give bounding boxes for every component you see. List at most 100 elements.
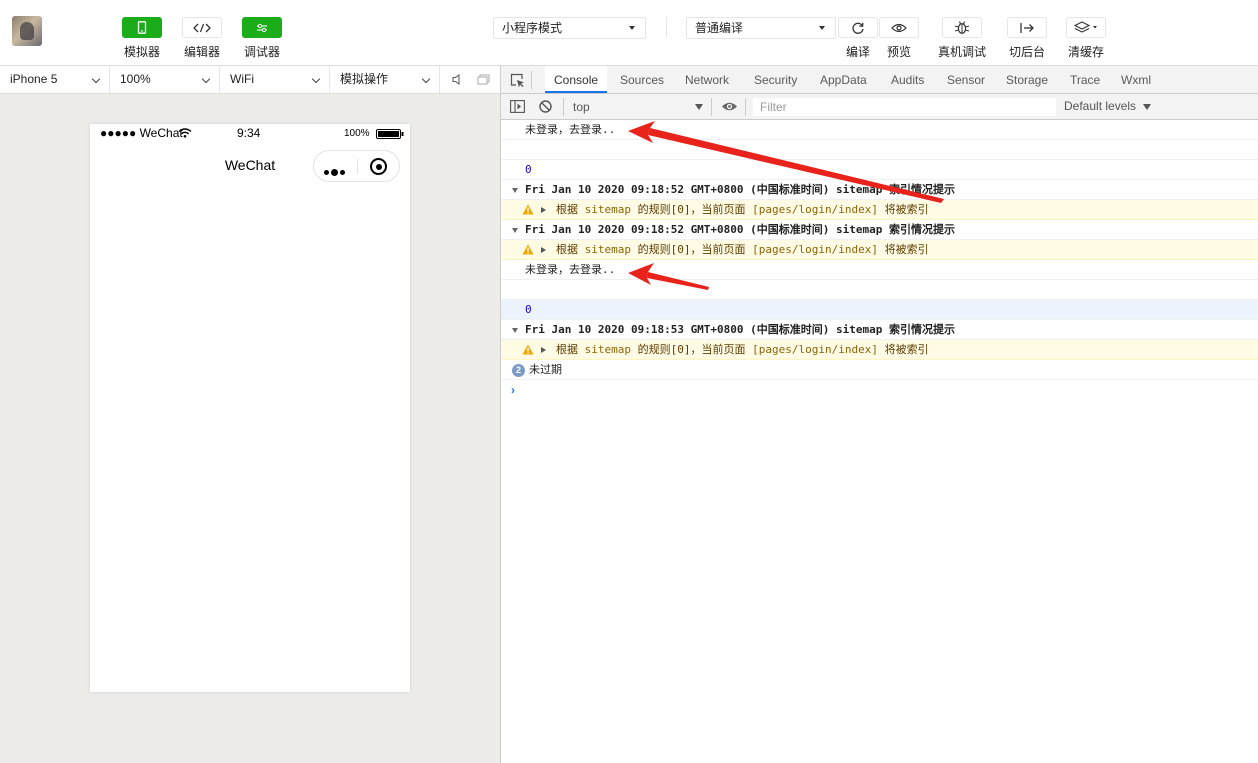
console-log-list: 未登录，去登录.. 0 Fri Jan 10 2020 09:18:52 GMT… <box>501 120 1258 400</box>
filter-input[interactable]: Filter <box>753 98 1056 116</box>
compile-button[interactable] <box>838 17 878 38</box>
log-entry-empty <box>501 280 1258 300</box>
tab-sources[interactable]: Sources <box>620 66 664 93</box>
chevron-down-icon <box>311 74 321 84</box>
eye-icon[interactable] <box>721 101 738 112</box>
compile-label: 编译 <box>845 45 870 59</box>
operation-select[interactable]: 模拟操作 <box>330 66 440 93</box>
expand-triangle-icon[interactable] <box>512 188 518 193</box>
chevron-down-icon <box>421 74 431 84</box>
element-picker-icon[interactable] <box>510 73 525 88</box>
expand-triangle-icon[interactable] <box>541 347 546 353</box>
warning-text: 根据 sitemap 的规则[0]，当前页面 [pages/login/inde… <box>556 243 929 256</box>
tab-audits[interactable]: Audits <box>891 66 924 93</box>
battery-percent: 100% <box>344 128 370 139</box>
chevron-down-icon <box>201 74 211 84</box>
device-select-value: iPhone 5 <box>10 72 58 86</box>
tab-storage[interactable]: Storage <box>1006 66 1048 93</box>
tab-security[interactable]: Security <box>754 66 797 93</box>
caret-down-icon <box>1143 104 1152 110</box>
log-text: 未登录，去登录.. <box>525 123 616 136</box>
clear-cache-label: 清缓存 <box>1067 45 1104 59</box>
preview-button[interactable] <box>879 17 919 38</box>
devtools-panel: Console Sources Network Security AppData… <box>500 66 1258 763</box>
caret-down-icon <box>629 26 635 30</box>
expand-triangle-icon[interactable] <box>541 247 546 253</box>
sliders-icon <box>257 23 267 32</box>
tab-sensor[interactable]: Sensor <box>947 66 985 93</box>
phone-icon <box>137 21 147 34</box>
speaker-icon[interactable] <box>452 74 462 85</box>
toolbar-divider <box>666 17 667 37</box>
expand-triangle-icon[interactable] <box>512 328 518 333</box>
switch-background-button[interactable] <box>1007 17 1047 38</box>
log-entry[interactable]: 0 <box>501 300 1258 320</box>
tab-console[interactable]: Console <box>545 66 608 93</box>
tab-trace[interactable]: Trace <box>1070 66 1100 93</box>
network-select[interactable]: WiFi <box>220 66 330 93</box>
sidebar-toggle-icon[interactable] <box>510 100 525 113</box>
signal-text: ●●●●● WeChat <box>100 126 183 140</box>
clear-cache-button[interactable] <box>1066 17 1106 38</box>
caret-down-icon <box>819 26 825 30</box>
toolbar-divider <box>745 98 746 116</box>
clock-time: 9:34 <box>237 126 261 140</box>
capsule-divider <box>357 159 358 174</box>
warning-icon <box>522 344 534 355</box>
repeat-count-badge: 2 <box>512 364 525 377</box>
simulator-area: ●●●●● WeChat 9:34 100% WeChat <box>0 94 500 763</box>
window-icon[interactable] <box>477 74 490 85</box>
log-entry[interactable]: 未登录，去登录.. <box>501 260 1258 280</box>
context-select[interactable]: top <box>565 97 707 117</box>
user-avatar[interactable] <box>12 16 42 46</box>
editor-button[interactable] <box>182 17 222 38</box>
zoom-select[interactable]: 100% <box>110 66 220 93</box>
phone-screen[interactable]: ●●●●● WeChat 9:34 100% WeChat <box>90 124 410 692</box>
warning-text: 根据 sitemap 的规则[0]，当前页面 [pages/login/inde… <box>556 203 929 216</box>
log-group-text: Fri Jan 10 2020 09:18:52 GMT+0800 (中国标准时… <box>525 223 956 236</box>
mode-select-value: 小程序模式 <box>502 21 563 35</box>
log-entry[interactable]: 0 <box>501 160 1258 180</box>
log-group-header[interactable]: Fri Jan 10 2020 09:18:52 GMT+0800 (中国标准时… <box>501 220 1258 240</box>
tab-network[interactable]: Network <box>685 66 729 93</box>
tab-appdata[interactable]: AppData <box>820 66 867 93</box>
log-levels-value: Default levels <box>1064 99 1137 113</box>
console-prompt-row[interactable]: › <box>501 380 1258 400</box>
log-levels-select[interactable]: Default levels <box>1064 99 1152 113</box>
log-group-header[interactable]: Fri Jan 10 2020 09:18:52 GMT+0800 (中国标准时… <box>501 180 1258 200</box>
remote-debug-button[interactable] <box>942 17 982 38</box>
log-warning[interactable]: 根据 sitemap 的规则[0]，当前页面 [pages/login/inde… <box>501 240 1258 260</box>
switch-background-label: 切后台 <box>1008 45 1045 59</box>
log-entry[interactable]: 2 未过期 <box>501 360 1258 380</box>
wifi-icon <box>178 128 192 138</box>
log-group-header[interactable]: Fri Jan 10 2020 09:18:53 GMT+0800 (中国标准时… <box>501 320 1258 340</box>
clear-console-icon[interactable] <box>539 100 552 113</box>
toolbar-divider <box>711 98 712 116</box>
network-select-value: WiFi <box>230 72 254 86</box>
code-icon <box>193 23 211 32</box>
zoom-select-value: 100% <box>120 72 151 86</box>
remote-debug-label: 真机调试 <box>937 45 986 59</box>
more-icon[interactable] <box>324 164 347 178</box>
expand-triangle-icon[interactable] <box>541 207 546 213</box>
tab-wxml[interactable]: Wxml <box>1121 66 1151 93</box>
log-warning[interactable]: 根据 sitemap 的规则[0]，当前页面 [pages/login/inde… <box>501 340 1258 360</box>
tab-divider <box>531 71 532 89</box>
devtools-tabbar: Console Sources Network Security AppData… <box>501 66 1258 94</box>
simulator-button[interactable] <box>122 17 162 38</box>
simulator-label: 模拟器 <box>123 45 160 59</box>
debugger-button[interactable] <box>242 17 282 38</box>
close-miniprogram-icon[interactable] <box>370 158 387 175</box>
log-text: 未过期 <box>529 363 562 376</box>
warning-icon <box>522 204 534 215</box>
compile-mode-select[interactable]: 普通编译 <box>686 17 836 39</box>
mode-select[interactable]: 小程序模式 <box>493 17 646 39</box>
expand-triangle-icon[interactable] <box>512 228 518 233</box>
debugger-label: 调试器 <box>243 45 280 59</box>
device-select[interactable]: iPhone 5 <box>0 66 110 93</box>
layers-icon <box>1074 21 1097 33</box>
log-warning[interactable]: 根据 sitemap 的规则[0]，当前页面 [pages/login/inde… <box>501 200 1258 220</box>
log-entry[interactable]: 未登录，去登录.. <box>501 120 1258 140</box>
nav-bar: WeChat <box>90 144 410 188</box>
refresh-icon <box>852 22 864 34</box>
